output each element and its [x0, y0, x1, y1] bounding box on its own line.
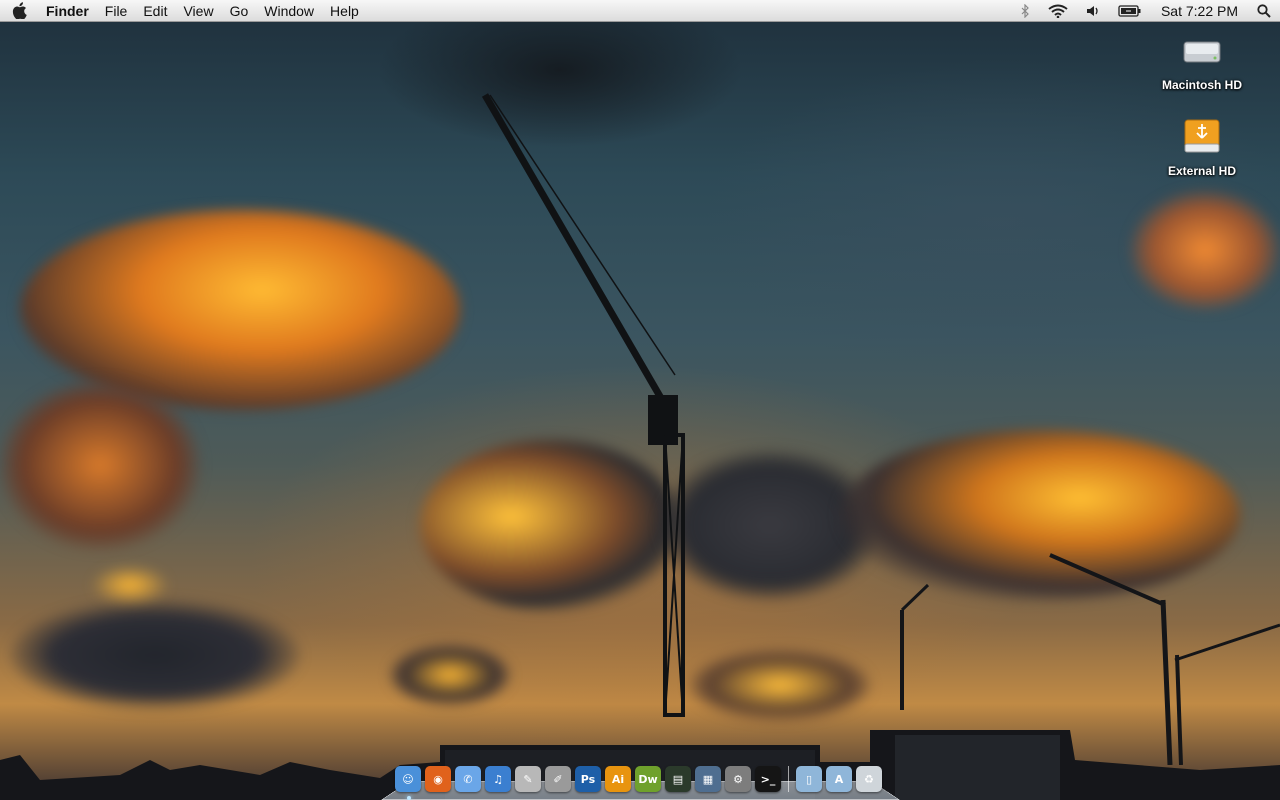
- usb-drive-icon: [1184, 119, 1220, 153]
- itunes-icon-glyph: ♫: [493, 772, 503, 786]
- dock-separator: [788, 766, 789, 792]
- desktop-icon-label: External HD: [1167, 164, 1237, 178]
- activity-monitor-icon-glyph: ▤: [672, 772, 684, 786]
- script-editor-icon-glyph: ✐: [553, 772, 563, 786]
- menu-window[interactable]: Window: [256, 0, 322, 22]
- menu-extras: Sat 7:22 PM: [1012, 0, 1280, 22]
- applications-folder-icon[interactable]: A: [826, 766, 852, 792]
- distant-cranes-pair: [1049, 553, 1280, 765]
- tower-crane: [481, 93, 685, 717]
- bluetooth-icon[interactable]: [1012, 0, 1039, 22]
- apple-menu-icon[interactable]: [0, 0, 38, 22]
- menu-go[interactable]: Go: [222, 0, 257, 22]
- battery-icon[interactable]: [1109, 0, 1151, 22]
- menu-finder[interactable]: Finder: [38, 0, 97, 22]
- hard-drive-icon: [1183, 41, 1221, 63]
- script-editor-icon[interactable]: ✐: [545, 766, 571, 792]
- menubar-clock[interactable]: Sat 7:22 PM: [1151, 3, 1248, 19]
- spotlight-search-icon[interactable]: [1248, 0, 1280, 22]
- desktop-icon-label: Macintosh HD: [1161, 78, 1242, 92]
- menu-file[interactable]: File: [97, 0, 136, 22]
- documents-folder-icon-glyph: ▯: [805, 772, 813, 786]
- dock: ☺ ◉ ✆ ♫ ✎ ✐ Ps Ai Dw ▤ ▦ ⚙ >_ ▯ A ♻: [381, 760, 900, 800]
- illustrator-icon-glyph: Ai: [611, 772, 625, 786]
- ichat-icon-glyph: ✆: [463, 772, 473, 786]
- activity-monitor-icon[interactable]: ▤: [665, 766, 691, 792]
- menu-view[interactable]: View: [175, 0, 221, 22]
- firefox-icon[interactable]: ◉: [425, 766, 451, 792]
- terminal-icon[interactable]: >_: [755, 766, 781, 792]
- preview-icon-glyph: ✎: [523, 772, 533, 786]
- distant-crane: [900, 583, 930, 710]
- menu-edit[interactable]: Edit: [135, 0, 175, 22]
- terminal-icon-glyph: >_: [760, 772, 776, 786]
- dock-running-indicator: [407, 796, 411, 800]
- illustrator-icon[interactable]: Ai: [605, 766, 631, 792]
- photoshop-icon-glyph: Ps: [580, 772, 596, 786]
- preview-icon[interactable]: ✎: [515, 766, 541, 792]
- trash-icon[interactable]: ♻: [856, 766, 882, 792]
- dock-items: ☺ ◉ ✆ ♫ ✎ ✐ Ps Ai Dw ▤ ▦ ⚙ >_ ▯ A ♻: [395, 760, 882, 792]
- photoshop-icon[interactable]: Ps: [575, 766, 601, 792]
- system-preferences-icon-glyph: ⚙: [733, 772, 743, 786]
- menu-help[interactable]: Help: [322, 0, 367, 22]
- firefox-icon-glyph: ◉: [433, 772, 443, 786]
- desktop-icon-macintosh-hd[interactable]: Macintosh HD: [1147, 30, 1257, 92]
- applications-folder-icon-glyph: A: [834, 772, 844, 786]
- documents-folder-icon[interactable]: ▯: [796, 766, 822, 792]
- finder-icon[interactable]: ☺: [395, 766, 421, 792]
- desktop-wallpaper: [0, 0, 1280, 800]
- wifi-icon[interactable]: [1039, 0, 1077, 22]
- dreamweaver-icon[interactable]: Dw: [635, 766, 661, 792]
- menu-bar: Finder File Edit View Go Window Help Sat…: [0, 0, 1280, 22]
- system-preferences-icon[interactable]: ⚙: [725, 766, 751, 792]
- dreamweaver-icon-glyph: Dw: [638, 772, 658, 786]
- finder-icon-glyph: ☺: [402, 772, 414, 786]
- spaces-icon-glyph: ▦: [702, 772, 714, 786]
- itunes-icon[interactable]: ♫: [485, 766, 511, 792]
- desktop-icon-external-hd[interactable]: External HD: [1147, 114, 1257, 178]
- spaces-icon[interactable]: ▦: [695, 766, 721, 792]
- trash-icon-glyph: ♻: [864, 772, 874, 786]
- ichat-icon[interactable]: ✆: [455, 766, 481, 792]
- volume-icon[interactable]: [1077, 0, 1109, 22]
